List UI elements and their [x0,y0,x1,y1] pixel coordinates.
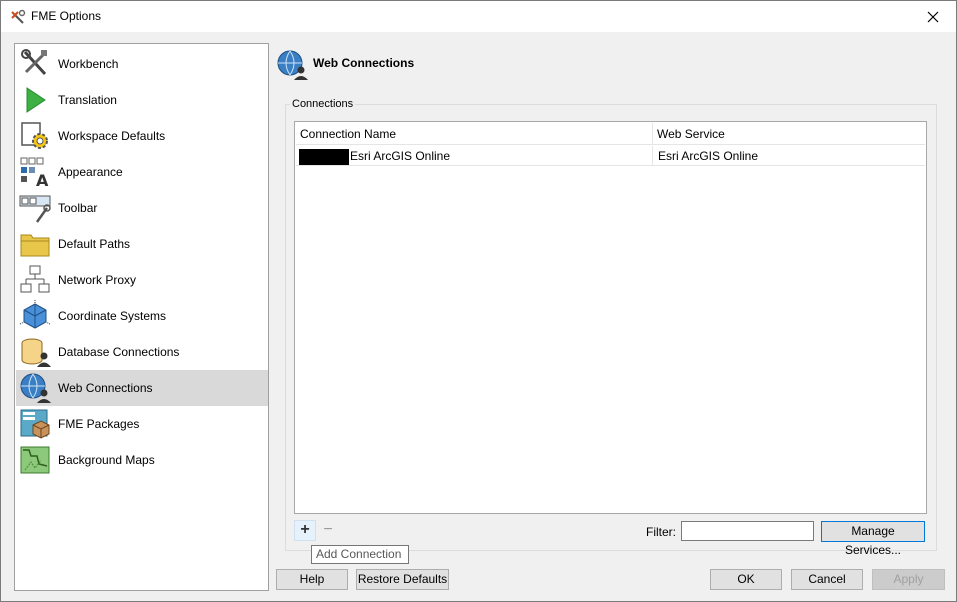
web-connections-header-icon [277,50,308,80]
sidebar-item-workbench[interactable]: Workbench [16,46,268,82]
connections-table: Connection Name Web Service Esri ArcGIS … [294,121,927,514]
connections-group-label: Connections [290,98,356,110]
sidebar-item-label: Translation [58,93,117,107]
window-title: FME Options [31,9,102,23]
connection-name-cell[interactable]: Esri ArcGIS Online [296,146,653,166]
title-bar: FME Options [1,1,956,32]
close-icon [927,11,939,22]
help-button[interactable]: Help [276,569,348,590]
sidebar-item-coordinate-systems[interactable]: Coordinate Systems [16,298,268,334]
column-header-connection-name[interactable]: Connection Name [296,123,653,145]
sidebar-item-label: Workbench [58,57,119,71]
web-service-cell[interactable]: Esri ArcGIS Online [654,146,758,166]
close-button[interactable] [910,1,956,32]
remove-connection-button[interactable]: − [319,520,337,541]
manage-services-button[interactable]: Manage Services... [821,521,925,557]
restore-defaults-button[interactable]: Restore Defaults [356,569,449,590]
column-header-web-service[interactable]: Web Service [653,123,925,145]
sidebar-item-label: Toolbar [58,201,98,215]
sidebar-item-translation[interactable]: Translation [16,82,268,118]
filter-label: Filter: [646,525,676,539]
sidebar-item-workspace-defaults[interactable]: Workspace Defaults [16,118,268,154]
folder-icon [20,234,50,257]
sidebar-item-label: Web Connections [58,381,153,395]
appearance-font-icon: A [20,157,49,188]
table-row[interactable]: Esri ArcGIS Online Esri ArcGIS Online [296,146,925,166]
add-connection-button[interactable]: + [294,520,316,541]
ok-button[interactable]: OK [710,569,782,590]
sidebar-item-background-maps[interactable]: Background Maps [16,442,268,478]
sidebar-item-label: Appearance [58,165,123,179]
sidebar-item-label: FME Packages [58,417,140,431]
connection-name-text: Esri ArcGIS Online [350,149,451,163]
workspace-defaults-gear-icon [21,122,48,149]
apply-button[interactable]: Apply [872,569,945,590]
sidebar-item-default-paths[interactable]: Default Paths [16,226,268,262]
workbench-tools-icon [21,49,47,76]
filter-input[interactable] [681,521,814,541]
sidebar-item-web-connections[interactable]: Web Connections [16,370,268,406]
sidebar-item-label: Database Connections [58,345,180,359]
sidebar-item-fme-packages[interactable]: FME Packages [16,406,268,442]
add-connection-tooltip: Add Connection [311,545,409,564]
map-icon [20,446,50,474]
translation-play-icon [26,87,46,113]
sidebar-item-label: Network Proxy [58,273,137,287]
globe-user-icon [20,373,51,403]
options-sidebar: Workbench Translation Workspace Defaults [14,43,269,591]
sidebar-item-toolbar[interactable]: Toolbar [16,190,268,226]
sidebar-item-label: Coordinate Systems [58,309,167,323]
database-user-icon [21,338,51,367]
toolbar-icon [19,195,51,223]
sidebar-item-network-proxy[interactable]: Network Proxy [16,262,268,298]
sidebar-item-label: Workspace Defaults [58,129,166,143]
cancel-button[interactable]: Cancel [791,569,863,590]
fme-options-window: FME Options Workbench Translation Worksp… [0,0,957,602]
sidebar-item-database-connections[interactable]: Database Connections [16,334,268,370]
redacted-block [299,149,349,165]
package-box-icon [20,409,50,439]
sidebar-item-label: Default Paths [58,237,131,251]
fme-app-icon [11,9,26,24]
coordinate-cube-icon [19,300,51,329]
network-icon [20,265,50,293]
sidebar-item-appearance[interactable]: A Appearance [16,154,268,190]
svg-text:A: A [36,171,49,188]
sidebar-item-label: Background Maps [58,453,155,467]
page-title: Web Connections [313,56,415,70]
